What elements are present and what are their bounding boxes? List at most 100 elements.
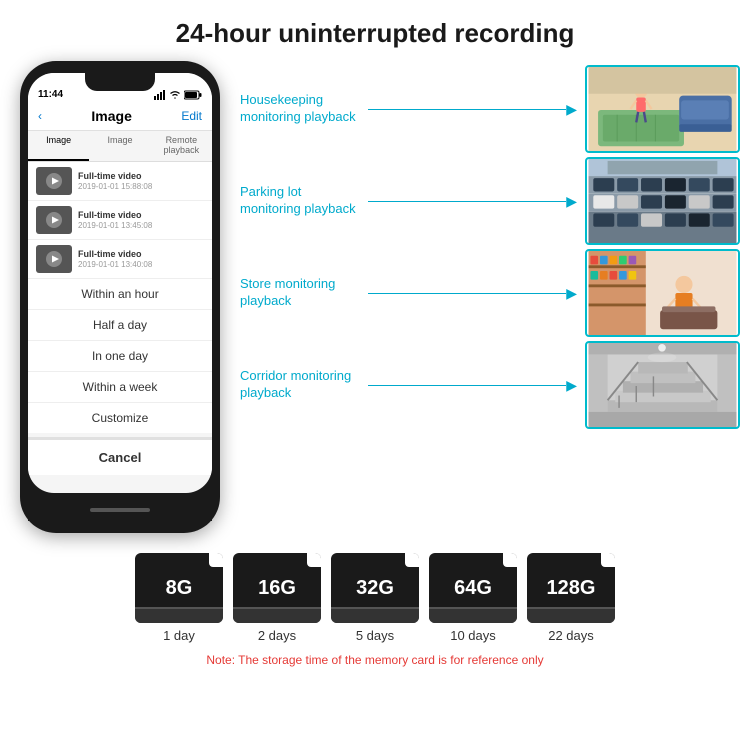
- monitoring-label-corridor: Corridor monitoringplayback: [240, 368, 360, 402]
- tab-image[interactable]: Image: [28, 131, 89, 161]
- video-title-2: Full-time video: [78, 210, 204, 220]
- housekeeping-scene: [587, 67, 738, 151]
- dropdown-item-2[interactable]: In one day: [28, 341, 212, 372]
- cancel-button-area: Cancel: [28, 437, 212, 475]
- app-nav-header: ‹ Image Edit: [28, 104, 212, 131]
- connector-line-2: [368, 201, 566, 202]
- sd-card-16g: 16G: [233, 553, 321, 623]
- video-info-1: Full-time video 2019-01-01 15:88:08: [78, 171, 204, 191]
- connector-parking: ▶: [368, 193, 577, 210]
- monitoring-img-store: [585, 249, 740, 337]
- store-scene: [587, 251, 738, 335]
- video-item-3: Full-time video 2019-01-01 13:40:08: [28, 240, 212, 279]
- play-icon-2: [45, 211, 63, 229]
- storage-days-128g: 22 days: [548, 628, 594, 643]
- arrow-icon-4: ▶: [566, 377, 577, 394]
- storage-card-8g: 8G 1 day: [135, 553, 223, 643]
- video-item-1: Full-time video 2019-01-01 15:88:08: [28, 162, 212, 201]
- monitoring-img-housekeeping: [585, 65, 740, 153]
- battery-icon: [184, 90, 202, 100]
- phone-outer: 11:44: [20, 61, 220, 533]
- dropdown-item-4[interactable]: Customize: [28, 403, 212, 433]
- sd-label-32g: 32G: [356, 577, 394, 600]
- storage-card-64g: 64G 10 days: [429, 553, 517, 643]
- phone-mockup: 11:44: [10, 61, 230, 533]
- wifi-icon: [169, 90, 181, 99]
- storage-days-16g: 2 days: [258, 628, 296, 643]
- tab-remote-playback[interactable]: Remote playback: [151, 131, 212, 161]
- parking-scene: [587, 159, 738, 243]
- home-indicator: [90, 508, 150, 512]
- sd-card-128g: 128G: [527, 553, 615, 623]
- phone-screen: 11:44: [28, 73, 212, 493]
- storage-days-32g: 5 days: [356, 628, 394, 643]
- storage-days-64g: 10 days: [450, 628, 496, 643]
- video-thumb-1: [36, 167, 72, 195]
- monitoring-img-corridor: [585, 341, 740, 429]
- time-filter-dropdown: Within an hour Half a day In one day Wit…: [28, 279, 212, 433]
- dropdown-item-1[interactable]: Half a day: [28, 310, 212, 341]
- tab-image2[interactable]: Image: [89, 131, 150, 161]
- main-content: 11:44: [0, 61, 750, 533]
- sd-label-8g: 8G: [166, 577, 193, 600]
- video-item-2: Full-time video 2019-01-01 13:45:08: [28, 201, 212, 240]
- monitoring-label-housekeeping: Housekeepingmonitoring playback: [240, 92, 360, 126]
- video-date-2: 2019-01-01 13:45:08: [78, 221, 204, 230]
- back-button[interactable]: ‹: [38, 109, 42, 123]
- connector-corridor: ▶: [368, 377, 577, 394]
- monitoring-item-housekeeping: Housekeepingmonitoring playback ▶: [240, 65, 740, 153]
- edit-button[interactable]: Edit: [181, 109, 202, 123]
- status-time: 11:44: [38, 89, 63, 100]
- connector-housekeeping: ▶: [368, 101, 577, 118]
- video-title-1: Full-time video: [78, 171, 204, 181]
- sd-label-16g: 16G: [258, 577, 296, 600]
- storage-cards-row: 8G 1 day 16G 2 days 32G 5 days 64G 10 da…: [10, 553, 740, 643]
- sd-card-8g: 8G: [135, 553, 223, 623]
- arrow-icon-1: ▶: [566, 101, 577, 118]
- video-thumb-2: [36, 206, 72, 234]
- connector-line-3: [368, 293, 566, 294]
- connector-line-1: [368, 109, 566, 110]
- monitoring-item-corridor: Corridor monitoringplayback ▶: [240, 341, 740, 429]
- cancel-button[interactable]: Cancel: [28, 440, 212, 475]
- storage-section: 8G 1 day 16G 2 days 32G 5 days 64G 10 da…: [0, 533, 750, 677]
- play-icon-3: [45, 250, 63, 268]
- monitoring-item-store: Store monitoringplayback ▶: [240, 249, 740, 337]
- connector-line-4: [368, 385, 566, 386]
- storage-days-8g: 1 day: [163, 628, 195, 643]
- video-info-3: Full-time video 2019-01-01 13:40:08: [78, 249, 204, 269]
- sd-card-32g: 32G: [331, 553, 419, 623]
- video-title-3: Full-time video: [78, 249, 204, 259]
- status-icons: [154, 90, 202, 100]
- sd-label-64g: 64G: [454, 577, 492, 600]
- phone-home-bar: [28, 493, 212, 521]
- storage-note: Note: The storage time of the memory car…: [10, 653, 740, 667]
- signal-icon: [154, 90, 166, 100]
- arrow-icon-2: ▶: [566, 193, 577, 210]
- video-info-2: Full-time video 2019-01-01 13:45:08: [78, 210, 204, 230]
- monitoring-label-parking: Parking lotmonitoring playback: [240, 184, 360, 218]
- dropdown-item-0[interactable]: Within an hour: [28, 279, 212, 310]
- page-header: 24-hour uninterrupted recording: [0, 0, 750, 61]
- video-date-3: 2019-01-01 13:40:08: [78, 260, 204, 269]
- storage-card-32g: 32G 5 days: [331, 553, 419, 643]
- monitoring-item-parking: Parking lotmonitoring playback ▶: [240, 157, 740, 245]
- monitoring-container: Housekeepingmonitoring playback ▶: [240, 61, 740, 429]
- app-tabs: Image Image Remote playback: [28, 131, 212, 162]
- play-icon-1: [45, 172, 63, 190]
- sd-card-64g: 64G: [429, 553, 517, 623]
- corridor-scene: [587, 343, 738, 427]
- monitoring-img-parking: [585, 157, 740, 245]
- storage-card-128g: 128G 22 days: [527, 553, 615, 643]
- phone-notch: [85, 73, 155, 91]
- video-thumb-3: [36, 245, 72, 273]
- dropdown-item-3[interactable]: Within a week: [28, 372, 212, 403]
- connector-store: ▶: [368, 285, 577, 302]
- monitoring-label-store: Store monitoringplayback: [240, 276, 360, 310]
- sd-label-128g: 128G: [547, 577, 596, 600]
- storage-card-16g: 16G 2 days: [233, 553, 321, 643]
- video-date-1: 2019-01-01 15:88:08: [78, 182, 204, 191]
- app-title: Image: [91, 108, 131, 124]
- arrow-icon-3: ▶: [566, 285, 577, 302]
- page-title: 24-hour uninterrupted recording: [20, 18, 730, 49]
